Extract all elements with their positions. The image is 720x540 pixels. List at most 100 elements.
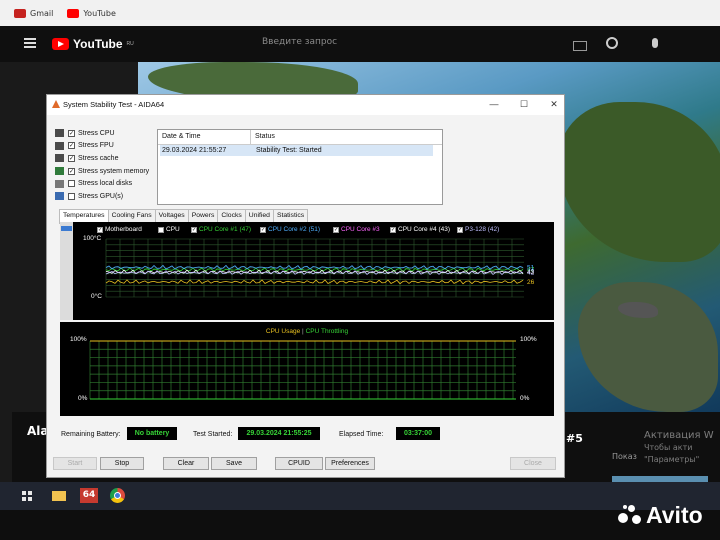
aida64-window: System Stability Test - AIDA64 — ☐ ✕ ✓ St…: [46, 94, 565, 478]
stress-option[interactable]: ✓ Stress system memory: [55, 165, 149, 178]
log-row[interactable]: 29.03.2024 21:55:27 Stability Test: Star…: [160, 145, 433, 156]
tab-unified[interactable]: Unified: [244, 209, 274, 223]
stress-checkbox[interactable]: ✓: [68, 142, 75, 150]
temperature-series-line: [105, 279, 524, 285]
video-title-right: #5: [566, 432, 583, 445]
clear-button[interactable]: Clear: [163, 457, 209, 470]
hardware-icon: [55, 154, 64, 163]
stress-checkbox[interactable]: ✓: [68, 129, 75, 137]
aida64-taskbar-icon[interactable]: 64: [80, 488, 98, 503]
bookmarks-bar: Gmail YouTube: [0, 0, 720, 26]
stress-checkbox[interactable]: [68, 192, 75, 200]
avito-logo-icon: [616, 503, 642, 529]
cpuid-button[interactable]: CPUID: [275, 457, 323, 470]
graph-tabs: Temperatures Cooling Fans Voltages Powers Cl…: [59, 209, 309, 224]
chrome-icon[interactable]: [110, 488, 125, 503]
temperature-graph: ✓ Motherboard CPU ✓ CPU Core #1 (47) ✓ CPU Cor…: [60, 222, 554, 320]
temperature-value-label: 42: [527, 270, 535, 277]
avito-text: Avito: [646, 502, 703, 528]
keyboard-icon[interactable]: [573, 41, 587, 51]
temperature-series-line: [105, 267, 524, 273]
tab-cooling-fans[interactable]: Cooling Fans: [107, 209, 156, 223]
cpu-plot: [89, 340, 516, 400]
log-header: Date & Time Status: [158, 130, 442, 145]
taskbar: 64: [0, 482, 720, 510]
bookmark-youtube-label: YouTube: [83, 8, 116, 18]
activation-line2: "Параметры": [644, 455, 700, 464]
maximize-icon[interactable]: ☐: [517, 99, 531, 110]
stress-option-label: Stress system memory: [78, 167, 150, 175]
stress-checkbox[interactable]: ✓: [68, 154, 75, 162]
windows-activation-watermark: Активация W Чтобы акти "Параметры": [644, 430, 720, 466]
window-title: System Stability Test - AIDA64: [63, 100, 165, 109]
stress-options: ✓ Stress CPU ✓ Stress FPU ✓ Stress cache ✓ Stre…: [55, 127, 149, 203]
stress-option[interactable]: Stress local disks: [55, 177, 149, 190]
cpu-usage-graph: CPU Usage | CPU Throttling 100% 0% 100% …: [60, 322, 554, 416]
bookmark-gmail[interactable]: Gmail: [14, 8, 54, 18]
temperature-plot: 4751434226: [105, 238, 535, 298]
bookmark-youtube[interactable]: YouTube: [67, 8, 116, 18]
video-scenery-rock: [578, 282, 718, 412]
activation-line1: Чтобы акти: [644, 443, 693, 452]
bookmark-gmail-label: Gmail: [30, 8, 54, 18]
stress-option[interactable]: ✓ Stress cache: [55, 152, 149, 165]
stress-checkbox[interactable]: ✓: [68, 167, 75, 175]
elapsed-time-value: 03:37:00: [396, 427, 440, 440]
battery-label: Remaining Battery:: [61, 431, 121, 438]
tab-powers[interactable]: Powers: [187, 209, 219, 223]
tab-statistics[interactable]: Statistics: [272, 209, 309, 223]
youtube-play-icon: [52, 38, 69, 50]
youtube-logo[interactable]: YouTube RU: [52, 37, 134, 51]
stress-option[interactable]: ✓ Stress FPU: [55, 140, 149, 153]
hardware-icon: [55, 179, 64, 188]
window-titlebar[interactable]: System Stability Test - AIDA64 — ☐ ✕: [47, 95, 564, 115]
log-row-date: 29.03.2024 21:55:27: [162, 147, 227, 154]
battery-value: No battery: [127, 427, 177, 440]
start-button[interactable]: Start: [53, 457, 97, 470]
elapsed-time-label: Elapsed Time:: [339, 431, 384, 438]
tab-voltages[interactable]: Voltages: [154, 209, 189, 223]
log-col-status: Status: [250, 130, 275, 144]
windows-start-icon[interactable]: [22, 491, 32, 501]
save-button[interactable]: Save: [211, 457, 257, 470]
stress-option-label: Stress cache: [78, 154, 119, 162]
close-button[interactable]: Close: [510, 457, 556, 470]
stress-option-label: Stress CPU: [78, 129, 115, 137]
show-more-link[interactable]: Показ: [612, 452, 637, 461]
log-col-date: Date & Time: [162, 133, 201, 140]
youtube-logo-text: YouTube: [73, 37, 123, 51]
preferences-button[interactable]: Preferences: [325, 457, 375, 470]
search-input[interactable]: Введите запрос: [262, 37, 337, 47]
hardware-icon: [55, 141, 64, 150]
youtube-icon: [67, 8, 80, 18]
stress-option-label: Stress local disks: [78, 180, 133, 188]
stress-option-label: Stress FPU: [78, 142, 114, 150]
file-explorer-icon[interactable]: [52, 491, 66, 501]
hardware-icon: [55, 129, 64, 138]
stress-option[interactable]: ✓ Stress CPU: [55, 127, 149, 140]
youtube-region: RU: [126, 41, 134, 47]
close-icon[interactable]: ✕: [547, 99, 561, 110]
microphone-icon[interactable]: [652, 38, 658, 48]
stress-option[interactable]: Stress GPU(s): [55, 190, 149, 203]
test-started-label: Test Started:: [193, 431, 233, 438]
stop-button[interactable]: Stop: [100, 457, 144, 470]
activation-title: Активация W: [644, 430, 714, 441]
minimize-icon[interactable]: —: [487, 99, 501, 109]
stress-checkbox[interactable]: [68, 180, 75, 188]
hardware-icon: [55, 192, 64, 201]
menu-icon[interactable]: [24, 38, 36, 48]
search-icon[interactable]: [606, 37, 618, 49]
avito-watermark: Avito: [616, 502, 703, 529]
hardware-icon: [55, 167, 64, 176]
log-row-status: Stability Test: Started: [256, 147, 322, 154]
screen-bezel: [0, 510, 720, 540]
youtube-header: YouTube RU Введите запрос: [0, 26, 720, 62]
tab-clocks[interactable]: Clocks: [217, 209, 246, 223]
status-log: Date & Time Status 29.03.2024 21:55:27 S…: [157, 129, 443, 205]
temperature-value-label: 26: [527, 279, 535, 286]
test-started-value: 29.03.2024 21:55:25: [238, 427, 320, 440]
stress-option-label: Stress GPU(s): [78, 192, 124, 200]
aida64-flame-icon: [52, 100, 60, 108]
video-scenery-island: [558, 102, 720, 262]
